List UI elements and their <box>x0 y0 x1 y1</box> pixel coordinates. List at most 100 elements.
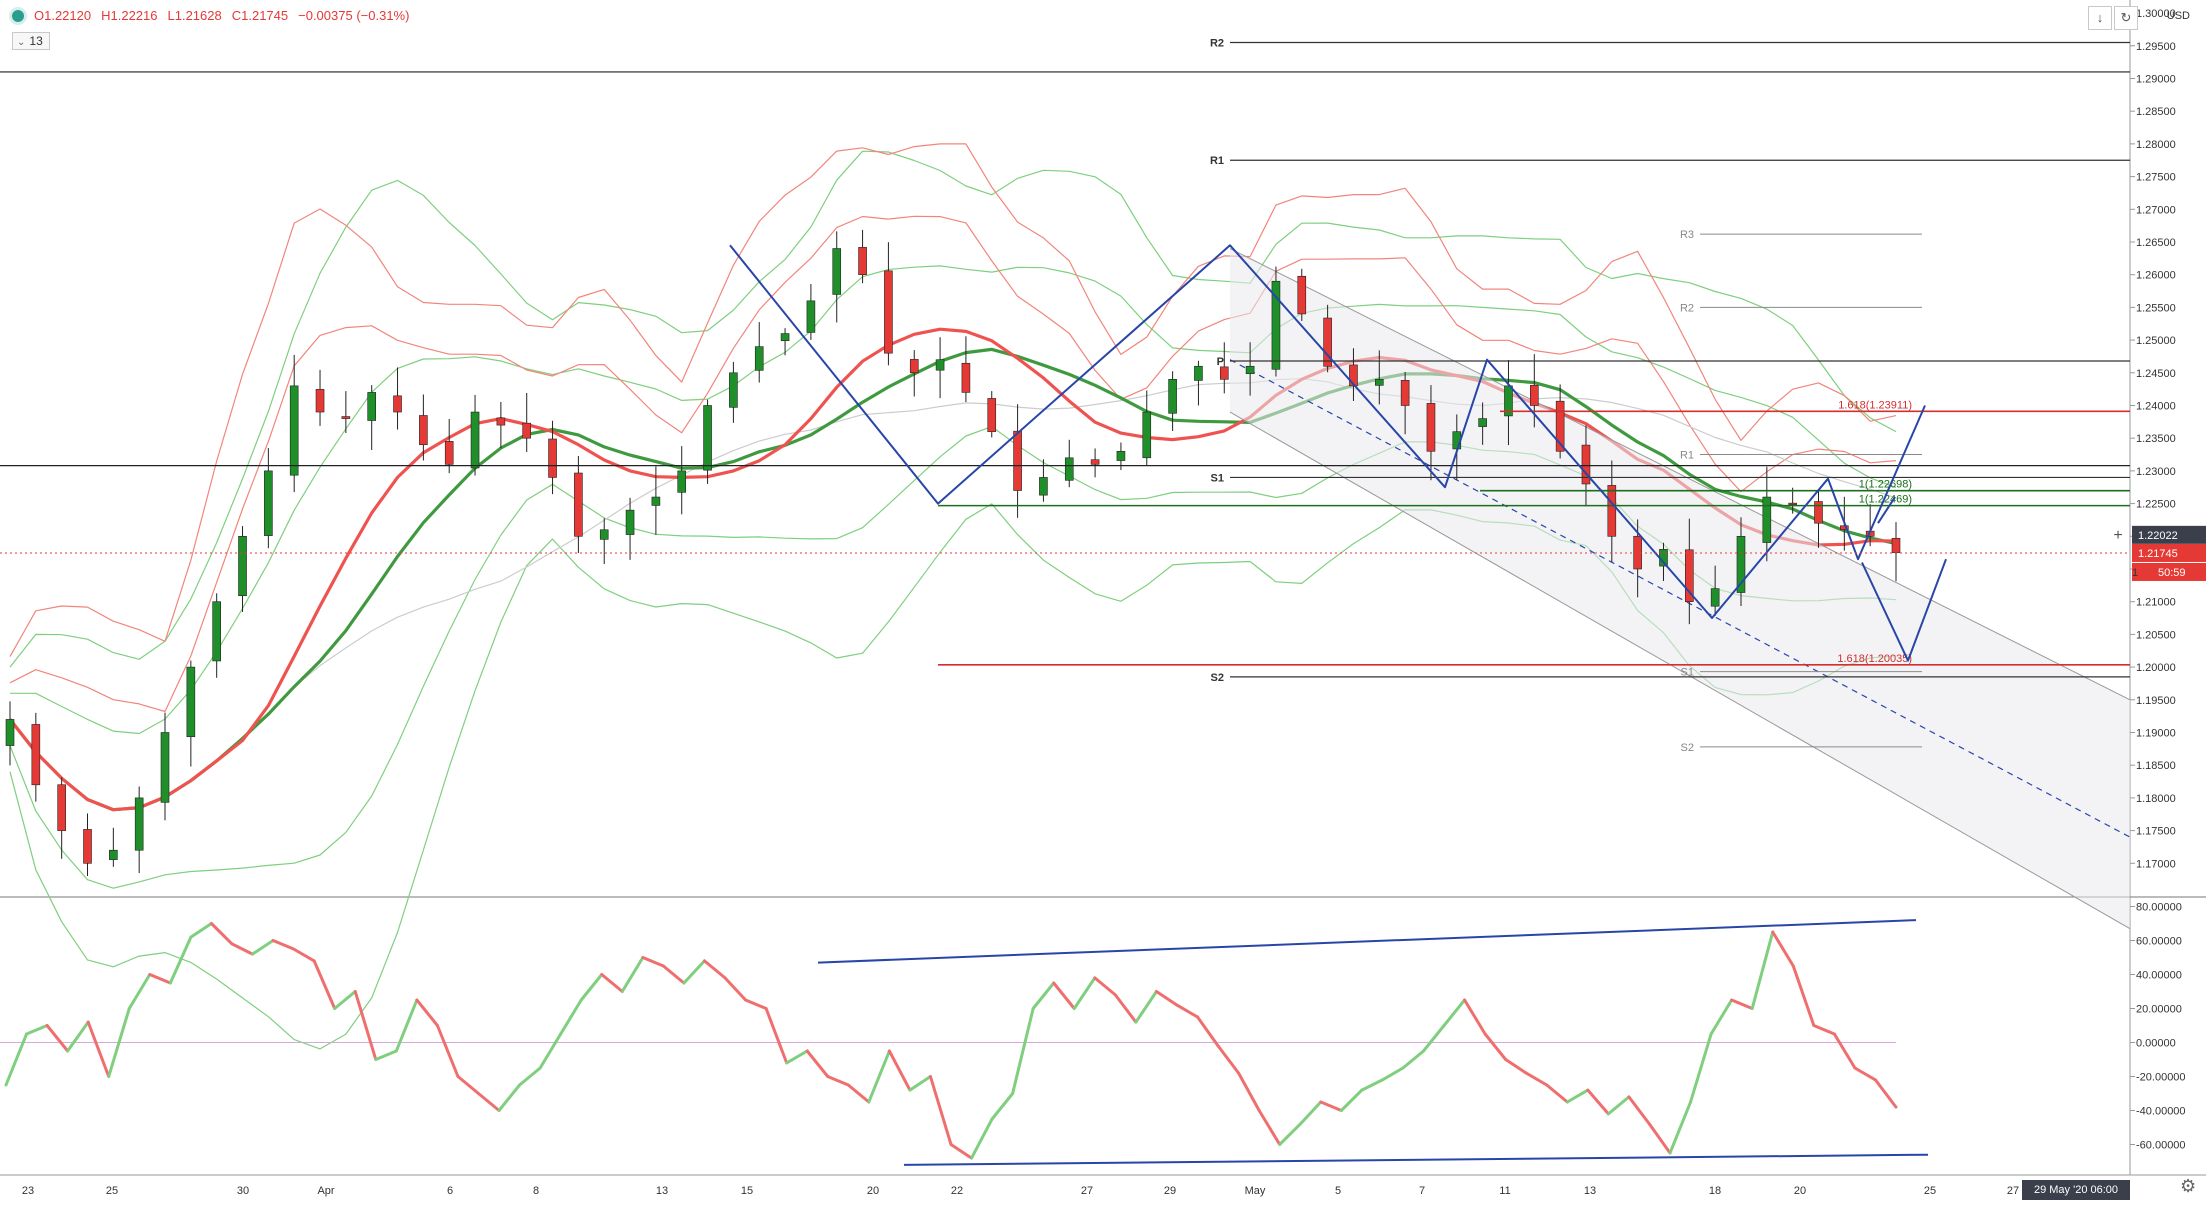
y-tick-label: 1.21000 <box>2136 597 2176 609</box>
candle-body <box>367 392 376 421</box>
candle-body <box>625 509 635 535</box>
countdown-label: 50:59 <box>2158 567 2186 579</box>
indicator-badge[interactable]: ⌄ 13 <box>12 32 50 50</box>
osc-y-tick-label: 0.00000 <box>2136 1038 2176 1050</box>
price-chart-svg[interactable]: 1.300001.295001.290001.285001.280001.275… <box>0 0 2206 1207</box>
y-tick-label: 1.22500 <box>2136 499 2176 511</box>
candle-body <box>961 362 971 393</box>
pivot-label: S2 <box>1211 672 1224 684</box>
y-tick-label: 1.27000 <box>2136 204 2176 216</box>
datetime-badge: 29 May '20 06:00 <box>2022 1180 2130 1200</box>
pivot-label: R2 <box>1210 38 1224 50</box>
candle-body <box>909 359 919 374</box>
candle-body <box>548 438 557 478</box>
gear-icon[interactable]: ⚙ <box>2180 1176 2196 1197</box>
y-tick-label: 1.28000 <box>2136 139 2176 151</box>
y-tick-label: 1.27500 <box>2136 172 2176 184</box>
candle-body <box>341 416 351 419</box>
candle-body <box>729 372 738 408</box>
fib-level-label: 1.618(1.20035) <box>1837 653 1912 665</box>
candle-body <box>677 470 687 493</box>
candle-body <box>703 405 712 471</box>
candle-body <box>1478 418 1487 427</box>
x-tick-label: 8 <box>533 1185 539 1197</box>
candle-body <box>754 346 764 371</box>
candle-body <box>1064 457 1074 481</box>
x-tick-label: 22 <box>951 1185 963 1197</box>
y-tick-label: 1.20000 <box>2136 662 2176 674</box>
osc-y-tick-label: -60.00000 <box>2136 1140 2186 1152</box>
chevron-down-icon: ⌄ <box>17 37 26 48</box>
y-tick-label: 1.29500 <box>2136 41 2176 53</box>
x-tick-label: 11 <box>1499 1185 1510 1197</box>
candle-body <box>780 333 790 341</box>
candle-body <box>987 398 997 432</box>
candle-body <box>186 666 196 738</box>
close-value: C1.21745 <box>231 8 289 23</box>
pivot-label: S1 <box>1211 472 1224 484</box>
symbol-status-icon <box>12 9 24 22</box>
candle-body <box>884 270 893 354</box>
candle-body <box>935 359 945 371</box>
candle-body <box>1219 366 1229 380</box>
candle-body <box>599 529 609 540</box>
pivot-label: P <box>1217 356 1224 368</box>
arrow-down-icon: ↓ <box>2096 10 2104 25</box>
candle-body <box>1194 365 1203 381</box>
scroll-down-button[interactable]: ↓ <box>2088 6 2112 30</box>
y-tick-label: 1.17000 <box>2136 858 2176 870</box>
candle-body <box>1297 275 1307 315</box>
candle-body <box>5 719 15 746</box>
y-tick-label: 1.18500 <box>2136 760 2176 772</box>
chart-area[interactable]: 1.30000 1.29500 1.29000 1.28500 1.28000 1.275… <box>0 0 2206 1207</box>
y-tick-label: 1.23000 <box>2136 466 2176 478</box>
x-tick-label: 27 <box>2007 1185 2019 1197</box>
candle-body <box>1168 379 1177 414</box>
candle-body <box>496 417 506 426</box>
candle-body <box>1090 459 1100 465</box>
y-tick-label: 1.18000 <box>2136 793 2176 805</box>
y-tick-label: 1.17500 <box>2136 826 2176 838</box>
candle-body <box>238 535 247 597</box>
x-tick-label: Apr <box>317 1185 334 1197</box>
candle-body <box>1581 444 1591 485</box>
low-value: L1.21628 <box>167 8 222 23</box>
currency-label: USD <box>2166 10 2190 22</box>
y-tick-label: 1.23500 <box>2136 433 2176 445</box>
minor-pivot-label: R1 <box>1680 450 1694 462</box>
x-tick-label: 29 <box>1164 1185 1176 1197</box>
x-tick-label: 23 <box>22 1185 34 1197</box>
x-tick-label: 25 <box>1924 1185 1936 1197</box>
indicator-value: 13 <box>29 34 43 48</box>
change-value: −0.00375 (−0.31%) <box>298 8 410 23</box>
x-tick-label: 15 <box>741 1185 753 1197</box>
crosshair-plus-icon: + <box>2113 527 2122 544</box>
x-tick-label: 5 <box>1335 1185 1341 1197</box>
candle-body <box>160 732 170 803</box>
ohlc-legend: O1.22120 H1.22216 L1.21628 C1.21745 −0.0… <box>12 8 409 23</box>
candle-body <box>212 601 221 662</box>
x-tick-label: 25 <box>106 1185 118 1197</box>
candle-body <box>83 829 92 864</box>
minor-pivot-label: R2 <box>1680 302 1694 314</box>
minor-pivot-label: S1 <box>1681 667 1694 679</box>
candle-body <box>1013 430 1022 491</box>
candle-body <box>1762 496 1772 543</box>
candle-body <box>858 247 867 275</box>
candle-body <box>315 389 325 413</box>
crosshair-price-label: 1.22022 <box>2138 530 2178 542</box>
candle-body <box>1426 403 1436 452</box>
candle-body <box>1142 411 1152 459</box>
minor-pivot-label: S2 <box>1681 742 1694 754</box>
x-tick-label: May <box>1245 1185 1266 1197</box>
fib-level-label: 1(1.22698) <box>1859 479 1912 491</box>
y-tick-label: 1.24000 <box>2136 400 2176 412</box>
x-tick-label: 27 <box>1081 1185 1093 1197</box>
y-tick-label: 1.20500 <box>2136 629 2176 641</box>
candle-body <box>470 411 480 469</box>
y-tick-label: 1.24500 <box>2136 368 2176 380</box>
candle-body <box>832 248 842 295</box>
candle-body <box>1814 501 1823 524</box>
reset-chart-button[interactable]: ↻ <box>2114 6 2138 30</box>
y-tick-label: 1.29000 <box>2136 73 2176 85</box>
